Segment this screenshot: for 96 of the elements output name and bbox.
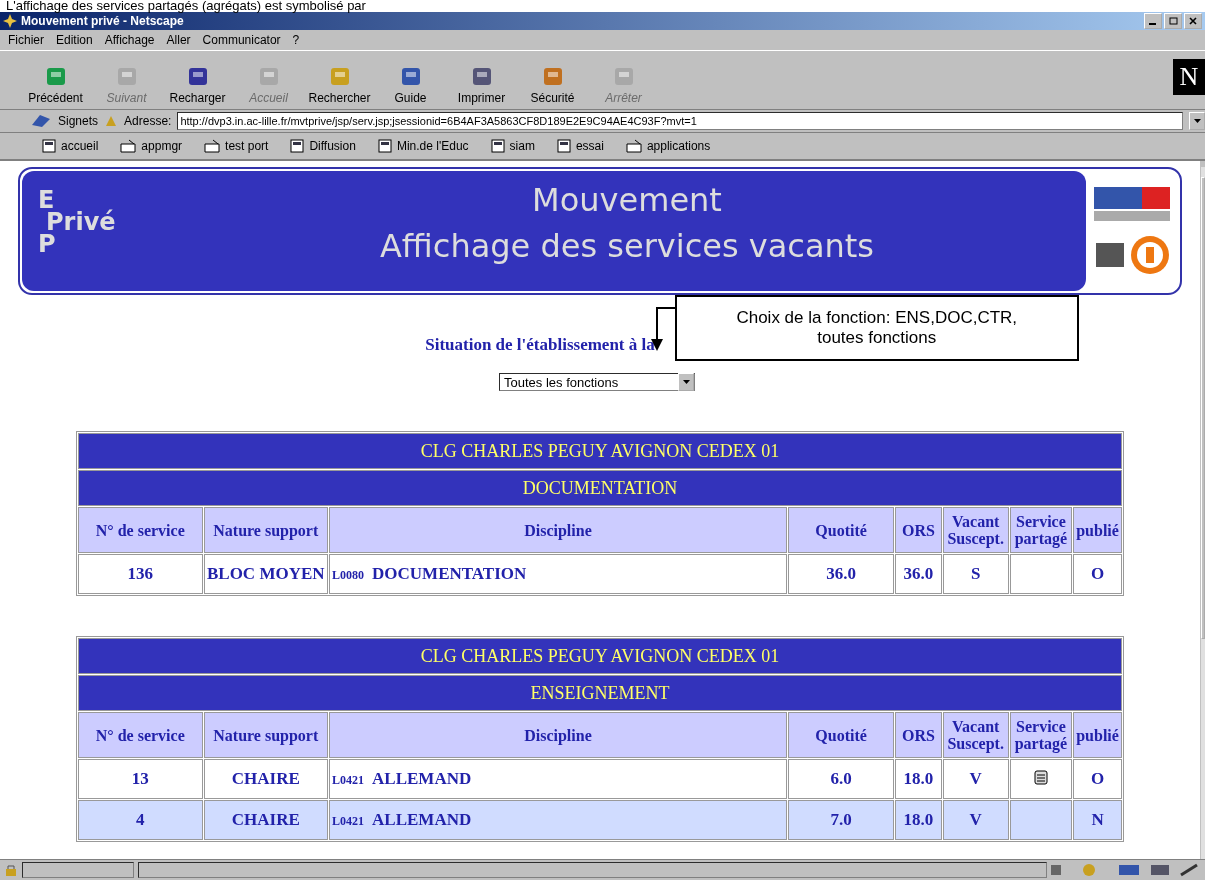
column-header: Quotité [787,507,895,553]
folder-icon [120,139,137,153]
menu-item[interactable]: Communicator [202,33,281,47]
folder-icon [204,139,221,153]
notepad-icon[interactable] [1033,769,1048,785]
column-header: ORS [895,712,942,758]
bookmark-link[interactable]: Diffusion [284,138,362,154]
bookmark-link[interactable]: Min.de l'Educ [371,138,475,154]
table-cell: V [942,800,1009,840]
column-header: Service partagé [1009,712,1073,758]
table-cell: 4 [78,800,203,840]
banner-subtitle: Affichage des services vacants [379,227,874,265]
column-header: N° de service [78,507,203,553]
toolbar-button[interactable]: Sécurité [517,64,588,109]
column-header: Service partagé [1009,507,1073,553]
logo-text: E Privé P [37,185,117,260]
bookmark-link[interactable]: accueil [36,138,105,154]
column-header: Discipline [329,507,787,553]
page-icon [556,139,571,153]
column-header: Nature support [203,712,329,758]
column-header: N° de service [78,712,203,758]
window-title: Mouvement privé - Netscape [21,14,185,28]
menu-item[interactable]: Affichage [104,33,155,47]
table-cell: 18.0 [895,800,942,840]
column-header: Nature support [203,507,329,553]
toolbar-button[interactable]: Imprimer [446,64,517,109]
app-icon [3,14,17,28]
browser-logo: N [1173,59,1205,95]
maximize-icon [1168,17,1178,25]
caret-icon [1193,119,1201,123]
close-icon [1189,17,1197,25]
table-cell: L0421 ALLEMAND [329,800,787,840]
table-cell: N [1073,800,1122,840]
table-cell: 6.0 [787,759,895,799]
column-header: Vacant Suscept. [942,507,1009,553]
folder-icon [625,139,642,153]
caret-icon [682,380,690,384]
column-header: publié [1073,507,1122,553]
column-header: Discipline [329,712,787,758]
address-field[interactable]: http://dvp3.in.ac-lille.fr/mvtprive/jsp/serv.jsp;jsessionid=6B4AF3A5863CF8D189E2E9C94AE4C93F?mvt=1 [177,112,1183,130]
bookmark-link[interactable]: siam [484,138,541,154]
table-cell: CHAIRE [203,759,329,799]
location-icon [104,114,119,128]
page-icon [42,139,56,153]
caption-text: L'affichage des services partagés (agrégats) est symbolisé par [5,0,367,12]
close-button[interactable] [1184,13,1202,29]
table-cell: L0421 ALLEMAND [329,759,787,799]
function-header: ENSEIGNEMENT [78,675,1122,711]
scrollbar-thumb[interactable] [1201,177,1205,639]
bookmark-link[interactable]: applications [619,138,717,154]
table-cell: BLOC MOYEN [203,554,329,594]
table-cell: 18.0 [895,759,942,799]
maximize-button[interactable] [1164,13,1182,29]
toolbar-button[interactable]: Guide [375,64,446,109]
table-cell: V [942,759,1009,799]
column-header: Quotité [787,712,895,758]
function-select[interactable]: Toutes les fonctions [499,373,695,391]
table-cell: 13 [78,759,203,799]
table-cell: 36.0 [787,554,895,594]
toolbar-button[interactable]: Recharger [162,64,233,109]
table-cell: O [1073,554,1122,594]
situation-heading: Situation de l'établissement à la [425,335,655,355]
table-cell: CHAIRE [203,800,329,840]
table-cell: 136 [78,554,203,594]
menu-item[interactable]: Aller [166,33,191,47]
minimize-button[interactable] [1144,13,1162,29]
school-header: CLG CHARLES PEGUY AVIGNON CEDEX 01 [78,433,1122,469]
column-header: publié [1073,712,1122,758]
lock-icon [4,863,18,877]
page-icon [490,139,505,153]
address-label: Adresse: [124,114,172,128]
bookmark-link[interactable]: essai [550,138,610,154]
table-cell: L0080 DOCUMENTATION [329,554,787,594]
column-header: Vacant Suscept. [942,712,1009,758]
dropdown-button[interactable] [1189,112,1205,130]
bookmarks-button[interactable]: Signets [58,114,99,128]
toolbar-button[interactable]: Précédent [20,64,91,109]
bookmark-icon [30,113,52,129]
bookmark-link[interactable]: appmgr [114,138,189,154]
flag-logo-icon [1092,185,1172,223]
school-header: CLG CHARLES PEGUY AVIGNON CEDEX 01 [78,638,1122,674]
menu-item[interactable]: ? [292,33,300,47]
callout-box: Choix de la fonction: ENS,DOC,CTR, toutes fonctions [674,295,1079,361]
bookmark-link[interactable]: test port [198,138,275,154]
page-icon [377,139,392,153]
table-cell: S [942,554,1009,594]
menu-item[interactable]: Fichier [8,33,44,47]
column-header: ORS [895,507,942,553]
banner-title: Mouvement [532,181,722,219]
menu-item[interactable]: Edition [56,33,93,47]
function-header: DOCUMENTATION [78,470,1122,506]
page-icon [290,139,305,153]
table-cell: 36.0 [895,554,942,594]
table-cell: O [1073,759,1122,799]
table-cell: 7.0 [787,800,895,840]
toolbar-button[interactable]: Rechercher [304,64,375,109]
